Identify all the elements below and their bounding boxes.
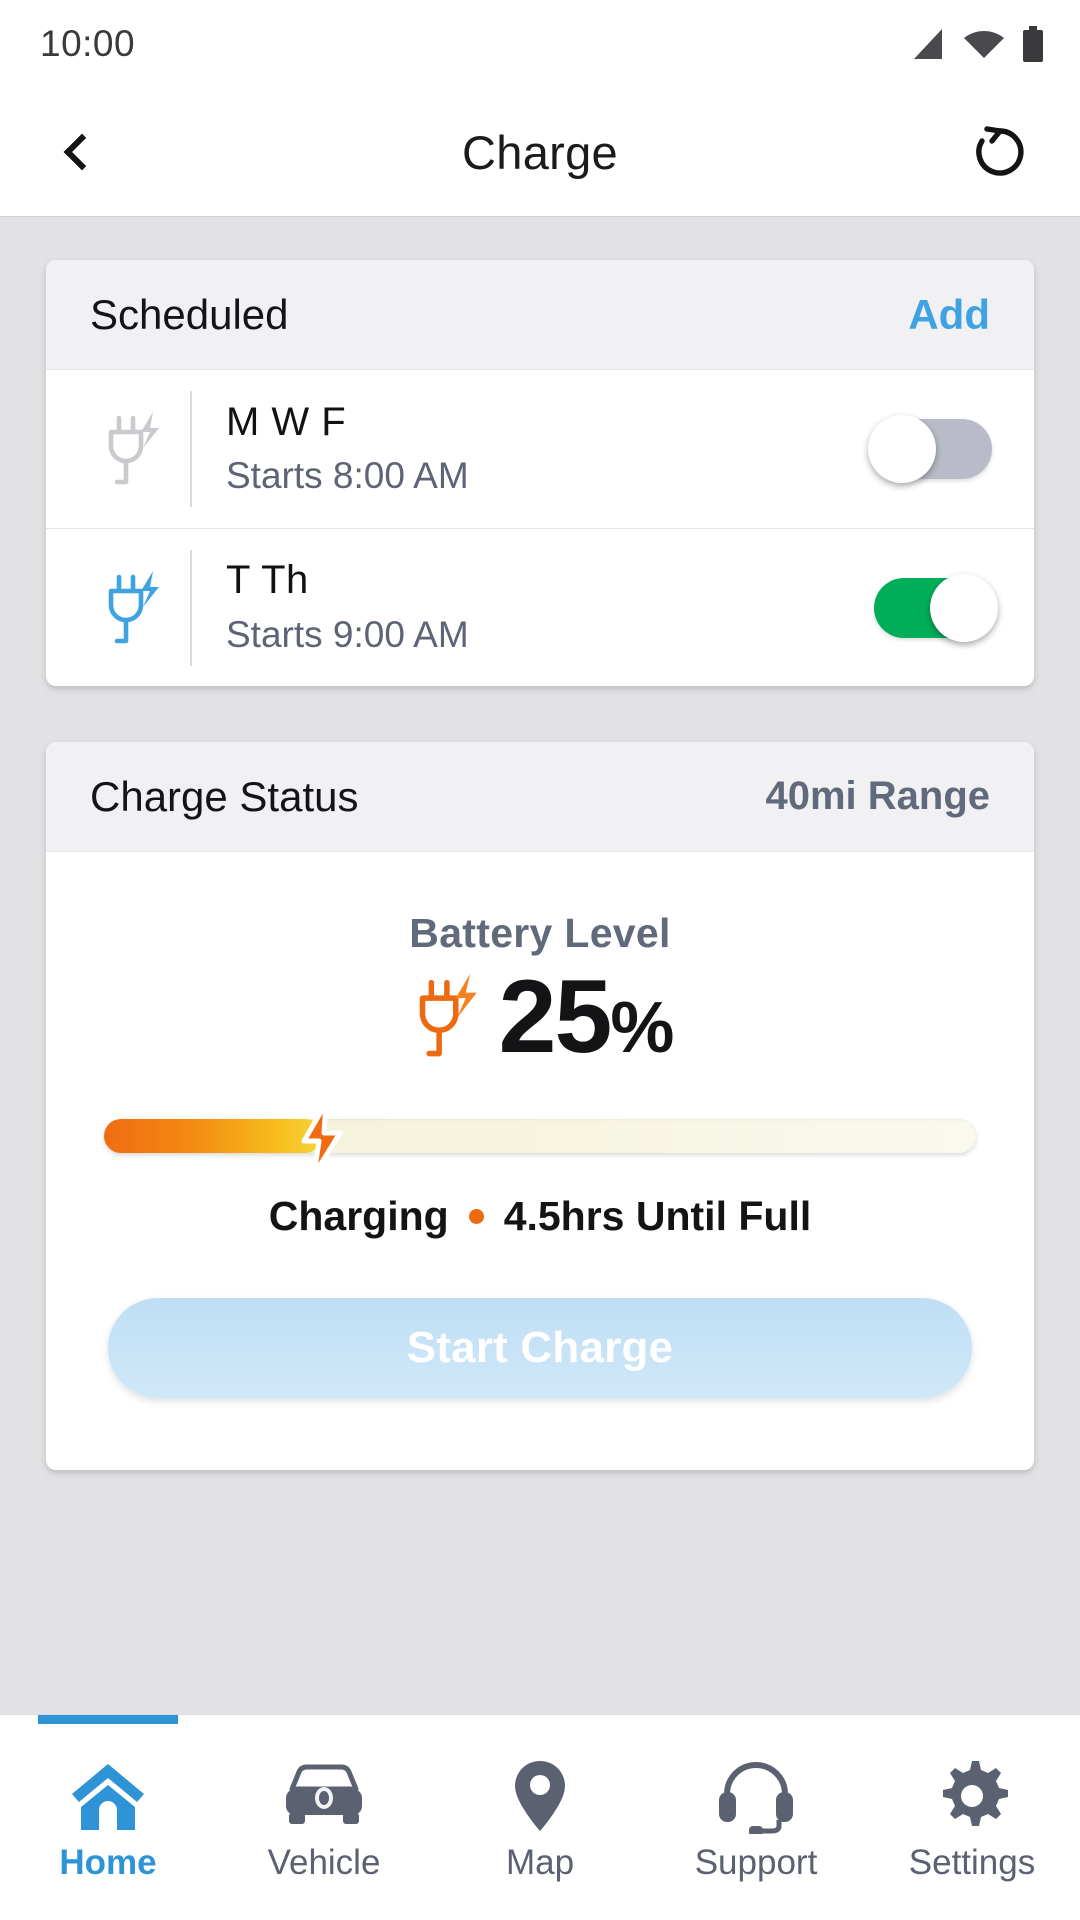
charge-screen: 10:00 Charge Scheduled Add M W F Starts …	[0, 0, 1080, 1920]
schedule-start-time: Starts 9:00 AM	[226, 613, 469, 655]
battery-progress-bar	[104, 1100, 976, 1178]
car-icon	[282, 1759, 366, 1833]
schedule-row-text: M W F Starts 8:00 AM	[226, 397, 874, 501]
battery-level-label: Battery Level	[409, 910, 671, 956]
nav-item-vehicle[interactable]: Vehicle	[216, 1715, 432, 1920]
progress-fill	[104, 1119, 322, 1153]
lightning-bolt-icon	[296, 1100, 348, 1182]
nav-item-home[interactable]: Home	[0, 1715, 216, 1920]
battery-icon	[1023, 26, 1043, 62]
chevron-left-icon	[63, 133, 101, 171]
scheduled-card-header: Scheduled Add	[46, 260, 1034, 370]
nav-item-map[interactable]: Map	[432, 1715, 648, 1920]
scheduled-title: Scheduled	[90, 290, 289, 338]
back-button[interactable]	[42, 116, 114, 188]
time-until-full: 4.5hrs Until Full	[503, 1193, 812, 1239]
toggle-knob	[930, 573, 998, 642]
nav-item-settings[interactable]: Settings	[864, 1715, 1080, 1920]
gear-icon	[935, 1759, 1009, 1833]
scheduled-card: Scheduled Add M W F Starts 8:00 AM T Th …	[46, 260, 1034, 686]
signal-icon	[914, 29, 942, 59]
plug-bolt-icon	[419, 973, 477, 1057]
nav-label-support: Support	[694, 1843, 818, 1882]
nav-item-support[interactable]: Support	[648, 1715, 864, 1920]
row-divider	[190, 549, 192, 666]
wifi-icon	[964, 31, 1004, 58]
percent-symbol: %	[610, 988, 674, 1068]
active-tab-indicator	[38, 1715, 178, 1724]
charge-status-card: Charge Status 40mi Range Battery Level 2…	[46, 742, 1034, 1470]
schedule-row-icon	[86, 406, 182, 492]
table-row[interactable]: M W F Starts 8:00 AM	[46, 370, 1034, 528]
charge-status-title: Charge Status	[90, 772, 359, 820]
plug-bolt-icon	[108, 412, 159, 485]
charge-status-header: Charge Status 40mi Range	[46, 742, 1034, 852]
headset-icon	[717, 1759, 795, 1834]
row-divider	[190, 391, 192, 507]
separator-dot-icon	[468, 1209, 484, 1224]
nav-label-map: Map	[505, 1843, 575, 1882]
map-pin-icon	[513, 1759, 567, 1833]
status-icon-group	[906, 26, 1044, 62]
status-time: 10:00	[40, 23, 136, 64]
plug-bolt-icon	[108, 570, 159, 643]
schedule-toggle[interactable]	[868, 415, 992, 483]
nav-label-vehicle: Vehicle	[267, 1843, 381, 1882]
schedule-days: M W F	[226, 399, 347, 444]
charging-status-text: Charging	[268, 1193, 449, 1239]
schedule-row-icon	[86, 565, 182, 651]
table-row[interactable]: T Th Starts 9:00 AM	[46, 528, 1034, 686]
battery-level-value-row: 25%	[46, 965, 1034, 1069]
app-header: Charge	[0, 88, 1080, 216]
history-refresh-icon	[976, 126, 1024, 176]
toggle-knob	[868, 415, 936, 483]
schedule-start-time: Starts 8:00 AM	[226, 455, 469, 497]
range-badge: 40mi Range	[765, 774, 990, 818]
page-content: Scheduled Add M W F Starts 8:00 AM T Th …	[0, 216, 1080, 1714]
schedule-days: T Th	[226, 558, 309, 603]
add-schedule-button[interactable]: Add	[908, 291, 990, 339]
status-bar: 10:00	[0, 0, 1080, 88]
charging-status-line: Charging 4.5hrs Until Full	[46, 1193, 1034, 1240]
bottom-navigation: Home Vehicle Map Support Settings	[0, 1714, 1080, 1920]
home-icon	[69, 1759, 147, 1833]
battery-percent: 25%	[499, 965, 675, 1069]
charge-status-body: Battery Level 25% Charging 4.5hrs Until …	[46, 852, 1034, 1470]
schedule-row-text: T Th Starts 9:00 AM	[226, 555, 874, 659]
battery-percent-number: 25	[498, 959, 613, 1075]
page-title: Charge	[462, 125, 618, 179]
start-charge-button[interactable]: Start Charge	[108, 1298, 972, 1398]
refresh-button[interactable]	[964, 116, 1036, 188]
nav-label-settings: Settings	[908, 1843, 1036, 1882]
schedule-toggle[interactable]	[874, 573, 998, 642]
nav-label-home: Home	[59, 1843, 157, 1882]
